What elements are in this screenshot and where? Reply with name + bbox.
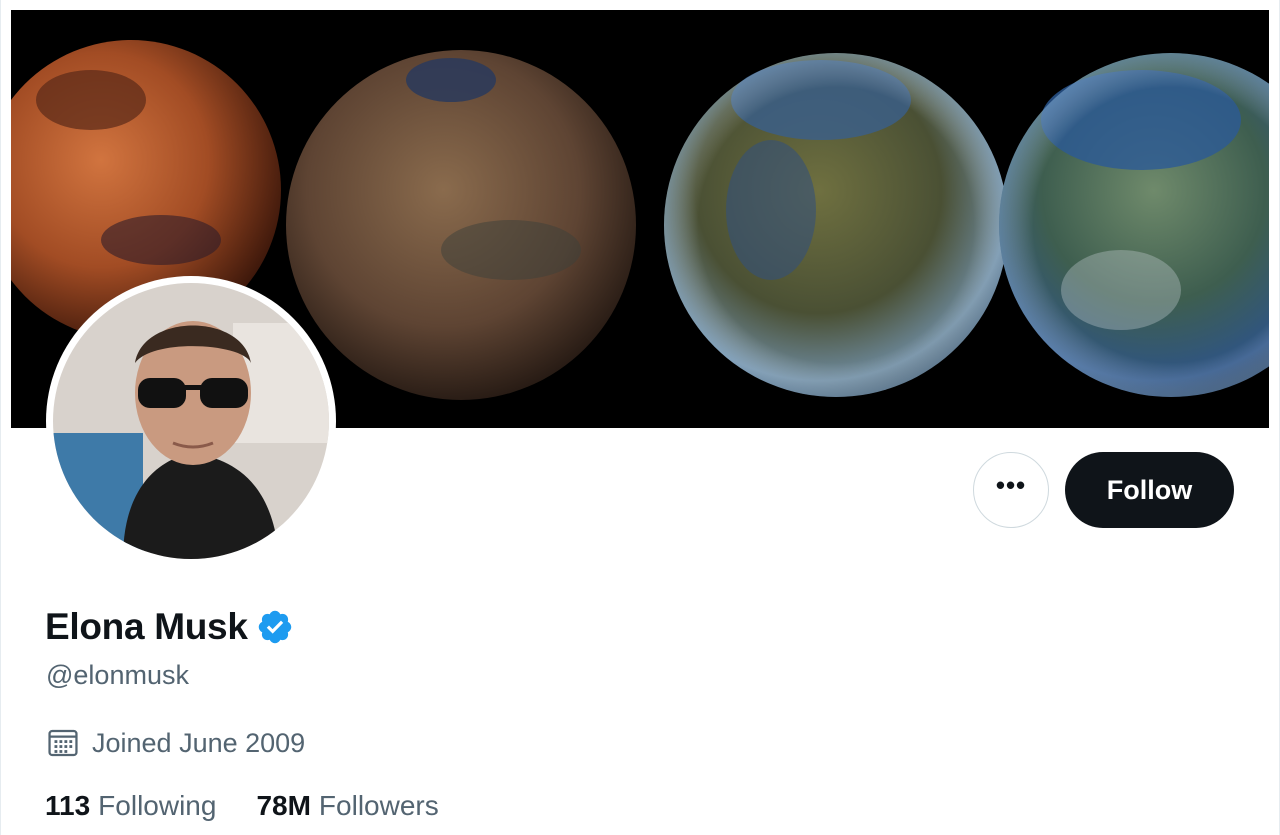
profile-page: ••• Follow Elona Musk @elonmusk Joined J… [0,0,1280,835]
followers-count: 78M [256,790,311,821]
profile-name-row: Elona Musk [45,606,294,648]
profile-display-name: Elona Musk [45,606,248,647]
profile-joined-date: Joined June 2009 [46,726,305,760]
calendar-icon [48,729,78,757]
follow-button[interactable]: Follow [1065,452,1234,528]
followers-label: Followers [318,790,439,821]
following-link[interactable]: 113 Following [45,790,216,822]
more-horizontal-icon: ••• [995,470,1027,500]
more-options-button[interactable]: ••• [973,452,1049,528]
following-count: 113 [45,790,91,821]
profile-handle: @elonmusk [46,660,189,690]
following-label: Following [98,790,217,821]
followers-link[interactable]: 78M Followers [256,790,438,822]
joined-date-text: Joined June 2009 [92,727,306,758]
profile-stats: 113 Following 78M Followers [45,790,479,822]
profile-avatar[interactable] [46,276,336,566]
verified-badge-icon[interactable] [256,608,294,646]
